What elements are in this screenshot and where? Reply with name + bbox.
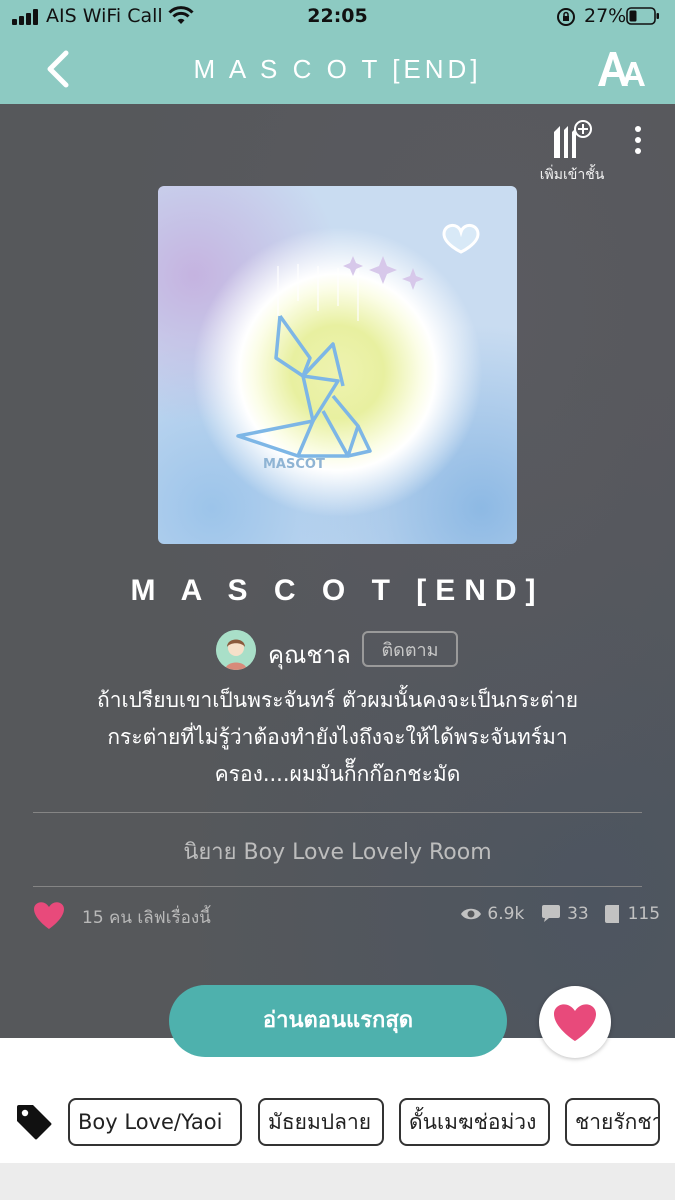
- status-bar: AIS WiFi Call 22:05 27%: [0, 0, 675, 34]
- divider: [33, 886, 642, 887]
- back-button[interactable]: [38, 48, 78, 90]
- description-line: ครอง....ผมมันก็๊กก๊อกชะมัด: [214, 762, 461, 786]
- rabbit-illustration: MASCOT: [236, 224, 480, 472]
- heart-icon: [34, 902, 64, 929]
- description-line: กระต่ายที่ไม่รู้ว่าต้องทำยังไงถึงจะให้ได…: [107, 725, 568, 749]
- more-options-icon[interactable]: [626, 126, 650, 162]
- cover-image: MASCOT: [158, 186, 517, 544]
- top-bar: AIS WiFi Call 22:05 27% M A S C O T [END…: [0, 0, 675, 104]
- tag-chip[interactable]: ดั้นเมฆช่อม่วง: [399, 1098, 550, 1146]
- battery-percent: 27%: [584, 5, 627, 27]
- section-divider: [0, 1163, 675, 1200]
- heart-icon: [554, 1004, 596, 1041]
- bookshelf-add-icon: [554, 120, 592, 158]
- tag-chip[interactable]: มัธยมปลาย: [258, 1098, 384, 1146]
- follow-button[interactable]: ติดตาม: [362, 631, 458, 667]
- tag-icon: [17, 1105, 52, 1140]
- author-row: คุณชาล ติดตาม: [0, 630, 675, 672]
- nav-bar: M A S C O T [END]: [0, 34, 675, 104]
- rotation-lock-icon: [557, 8, 575, 26]
- add-to-shelf-label: เพิ่มเข้าชั้น: [539, 167, 605, 183]
- author-name[interactable]: คุณชาล: [268, 635, 351, 674]
- novel-meta: 6.9k 33 115: [460, 904, 660, 924]
- eye-icon: [461, 908, 481, 920]
- page-title: M A S C O T [END]: [193, 54, 482, 84]
- novel-title: M A S C O T [END]: [130, 574, 545, 607]
- stats-row: 15 คน เลิฟเรื่องนี้ 6.9k 33 115: [0, 899, 675, 939]
- read-first-chapter-button[interactable]: อ่านตอนแรกสุด: [169, 985, 507, 1057]
- comments-count: 33: [567, 904, 589, 924]
- novel-hero: เพิ่มเข้าชั้น MASCOT M A S C O T [END] ค…: [0, 104, 675, 1038]
- novel-description: ถ้าเปรียบเขาเป็นพระจันทร์ ตัวผมนั้นคงจะเ…: [40, 682, 635, 793]
- tag-chip[interactable]: Boy Love/Yaoi: [68, 1098, 242, 1146]
- add-to-shelf-button[interactable]: เพิ่มเข้าชั้น: [532, 118, 612, 190]
- chapters-count: 115: [627, 904, 661, 924]
- favorites-count: 15 คน เลิฟเรื่องนี้: [82, 908, 211, 928]
- description-line: ถ้าเปรียบเขาเป็นพระจันทร์ ตัวผมนั้นคงจะเ…: [96, 688, 579, 712]
- tag-chip[interactable]: ชายรักชาย: [565, 1098, 660, 1146]
- battery-icon: [626, 7, 659, 25]
- divider: [33, 812, 642, 813]
- cover-caption: MASCOT: [263, 457, 325, 472]
- avatar-illustration: [216, 630, 256, 670]
- favorite-button[interactable]: [539, 986, 611, 1058]
- font-size-button[interactable]: [596, 46, 646, 90]
- comment-icon: [541, 905, 560, 922]
- tags-row: Boy Love/Yaoi มัธยมปลาย ดั้นเมฆช่อม่วง ช…: [0, 1080, 675, 1166]
- author-avatar[interactable]: [216, 630, 256, 670]
- views-count: 6.9k: [487, 904, 525, 924]
- book-icon: [605, 905, 620, 923]
- novel-category[interactable]: นิยาย Boy Love Lovely Room: [0, 834, 675, 869]
